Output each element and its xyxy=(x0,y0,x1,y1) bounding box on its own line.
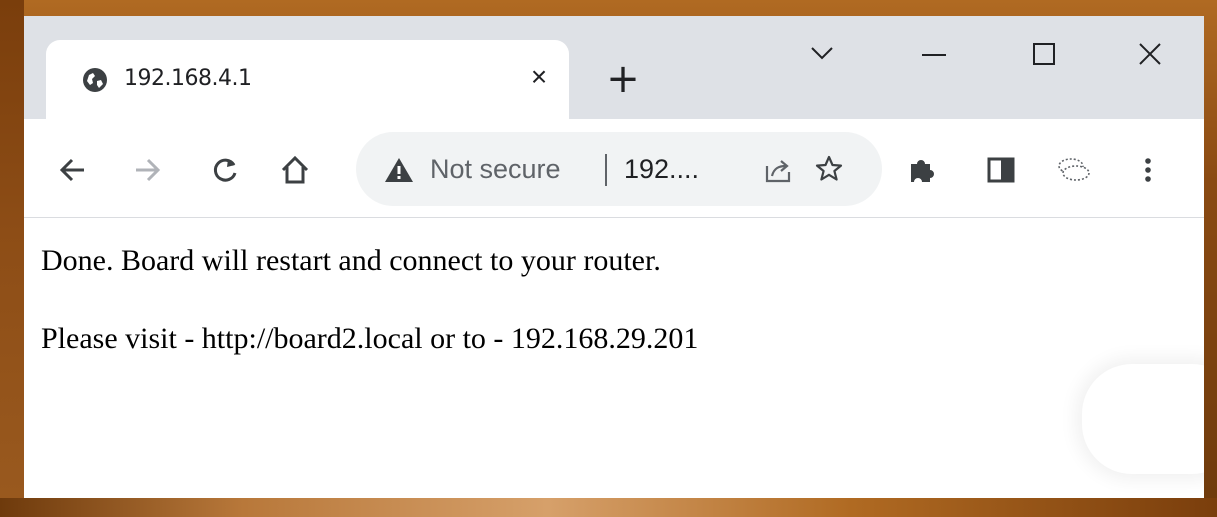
globe-icon xyxy=(83,68,107,92)
home-icon[interactable] xyxy=(280,155,310,185)
close-icon[interactable] xyxy=(1134,36,1166,72)
warning-icon[interactable] xyxy=(384,156,414,184)
tab-active[interactable]: 192.168.4.1 × xyxy=(46,40,569,119)
security-label[interactable]: Not secure xyxy=(430,152,606,186)
url-text[interactable]: 192.... xyxy=(624,152,699,186)
side-panel-icon[interactable] xyxy=(986,155,1016,185)
tab-close-button[interactable]: × xyxy=(524,62,554,92)
star-icon[interactable] xyxy=(814,154,844,184)
desktop-background-bottom xyxy=(0,498,1217,517)
page-content: Done. Board will restart and connect to … xyxy=(24,218,1204,498)
visit-instructions: Please visit - http://board2.local or to… xyxy=(41,322,699,355)
chevron-down-icon[interactable] xyxy=(808,36,836,72)
toolbar: Not secure 192.... xyxy=(24,119,1204,218)
new-tab-button[interactable]: + xyxy=(606,59,640,99)
puzzle-icon[interactable] xyxy=(906,155,936,185)
browser-window: 192.168.4.1 × + Not secure 192.... Done.… xyxy=(24,16,1204,498)
tab-title: 192.168.4.1 xyxy=(124,66,252,91)
profile-icon[interactable] xyxy=(1054,155,1094,185)
omnibox[interactable]: Not secure 192.... xyxy=(356,132,882,206)
maximize-icon[interactable] xyxy=(1028,36,1060,72)
status-message: Done. Board will restart and connect to … xyxy=(41,244,661,277)
kebab-menu-icon[interactable] xyxy=(1138,155,1158,185)
omnibox-divider xyxy=(605,154,607,186)
desktop-background xyxy=(0,0,24,517)
minimize-icon[interactable] xyxy=(918,36,950,72)
overlay-shadow xyxy=(1082,364,1204,474)
arrow-right-icon[interactable] xyxy=(132,155,162,185)
reload-icon[interactable] xyxy=(210,155,240,185)
share-icon[interactable] xyxy=(764,156,792,184)
tab-strip: 192.168.4.1 × + xyxy=(24,16,1204,119)
arrow-left-icon[interactable] xyxy=(58,155,88,185)
